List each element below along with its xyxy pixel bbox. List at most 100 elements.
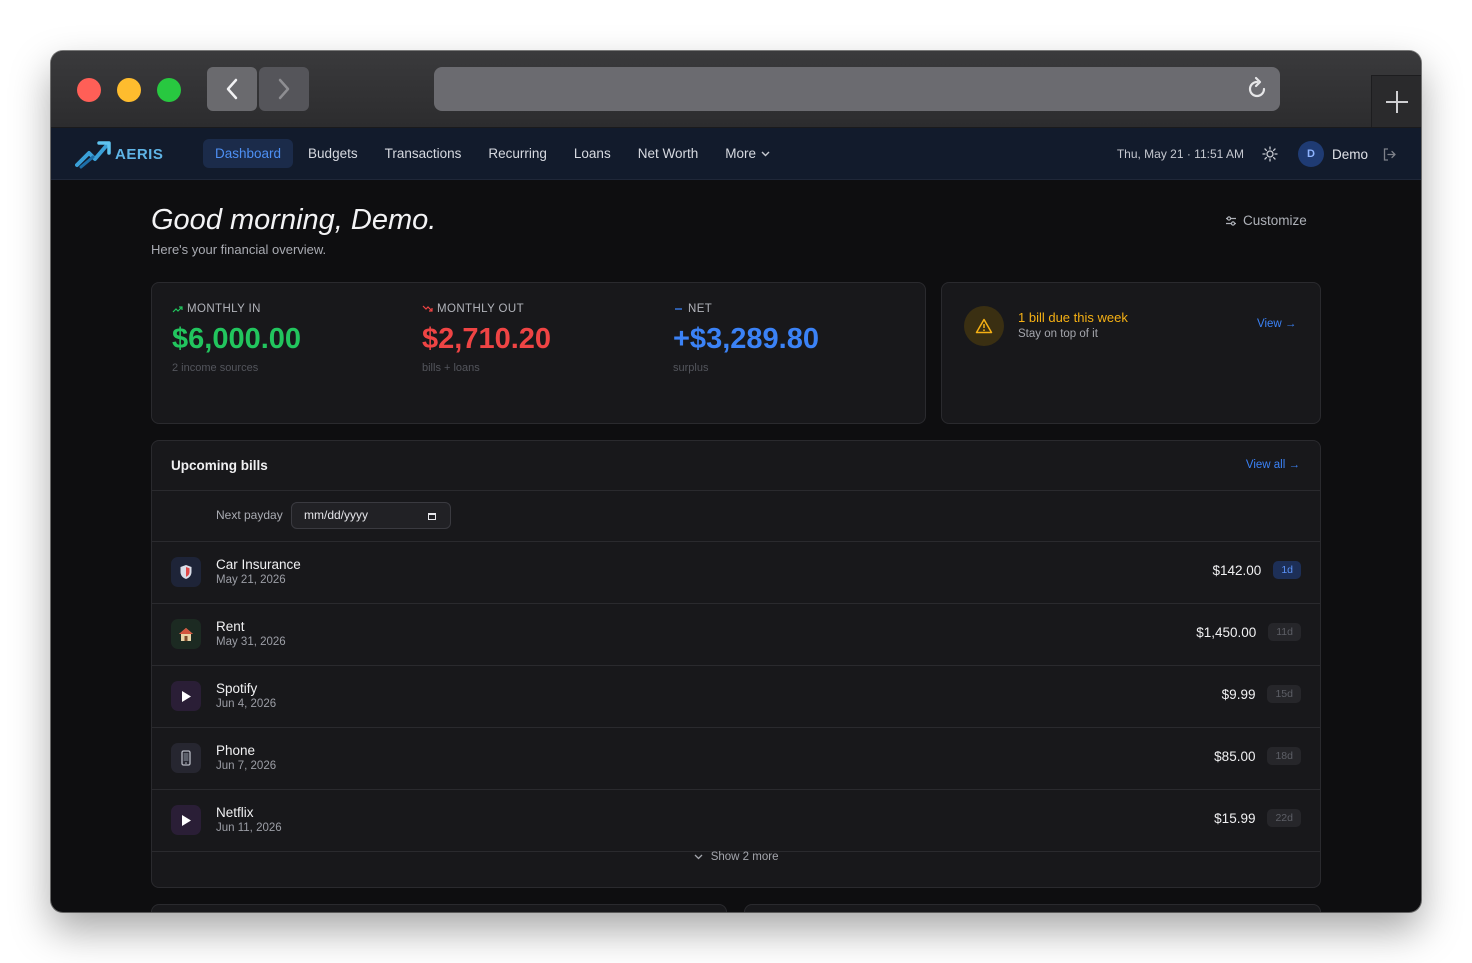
bill-right: $9.99 15d [1222, 685, 1301, 703]
nav-more-label: More [725, 146, 756, 161]
browser-titlebar [51, 51, 1421, 128]
new-tab-button[interactable] [1371, 75, 1421, 127]
cashflow-summary-card: MONTHLY IN $6,000.00 2 income sources MO… [151, 282, 926, 424]
monthly-in-value: $6,000.00 [172, 323, 302, 355]
net-stat: NET +$3,289.80 surplus [673, 303, 819, 374]
warning-icon [964, 306, 1004, 346]
nav-loans[interactable]: Loans [562, 139, 623, 168]
bill-row[interactable]: Netflix Jun 11, 2026 $15.99 22d [152, 790, 1320, 852]
bill-right: $85.00 18d [1214, 747, 1301, 765]
play-icon [171, 681, 201, 711]
bill-right: $142.00 1d [1212, 561, 1301, 579]
bill-name: Phone [216, 743, 256, 758]
bills-title: Upcoming bills [171, 458, 268, 473]
upcoming-bills-card: Upcoming bills View all → Next payday mm… [151, 440, 1321, 888]
bill-amount: $142.00 [1212, 562, 1262, 578]
nav-transactions[interactable]: Transactions [373, 139, 474, 168]
theme-toggle-sun-icon[interactable] [1262, 146, 1278, 162]
user-name[interactable]: Demo [1332, 147, 1368, 162]
reload-icon[interactable] [1244, 76, 1270, 102]
calendar-icon[interactable] [427, 511, 437, 521]
nav-dashboard[interactable]: Dashboard [203, 139, 294, 168]
current-datetime: Thu, May 21 · 11:51 AM [1116, 147, 1244, 161]
monthly-in-sub: 2 income sources [172, 362, 259, 374]
page-title: Good morning, Demo. [151, 204, 437, 236]
bill-date: Jun 7, 2026 [216, 760, 277, 772]
next-card-peek-right [744, 904, 1321, 912]
next-payday-label: Next payday [216, 508, 283, 522]
bill-right: $1,450.00 11d [1196, 623, 1301, 641]
main-nav: Dashboard Budgets Transactions Recurring… [203, 139, 785, 168]
bill-row[interactable]: Rent May 31, 2026 $1,450.00 11d [152, 604, 1320, 666]
user-avatar[interactable]: D [1297, 141, 1324, 167]
bill-row[interactable]: Car Insurance May 21, 2026 $142.00 1d [152, 542, 1320, 604]
bill-date: Jun 4, 2026 [216, 698, 277, 710]
brand-name: AERIS [115, 145, 164, 163]
phone-icon [171, 743, 201, 773]
bill-name: Rent [216, 619, 245, 634]
bill-date: Jun 11, 2026 [216, 822, 282, 834]
house-icon [171, 619, 201, 649]
monthly-in-label-row: MONTHLY IN [172, 303, 301, 315]
address-bar[interactable] [434, 67, 1280, 111]
brand-logo[interactable]: AERIS [75, 139, 163, 169]
monthly-in-stat: MONTHLY IN $6,000.00 2 income sources [172, 303, 301, 374]
bill-amount: $1,450.00 [1196, 624, 1257, 640]
chevron-down-icon [761, 151, 770, 156]
date-placeholder: mm/dd/yyyy [304, 508, 369, 522]
bill-right: $15.99 22d [1214, 809, 1301, 827]
dash-icon [675, 308, 682, 310]
page-subtitle: Here's your financial overview. [151, 242, 327, 257]
app-navbar: AERIS Dashboard Budgets Transactions Rec… [51, 128, 1421, 180]
monthly-in-label: MONTHLY IN [187, 303, 261, 315]
nav-recurring[interactable]: Recurring [476, 139, 559, 168]
show-more-bills-button[interactable]: Show 2 more [152, 851, 1320, 863]
days-until-badge: 22d [1267, 809, 1301, 827]
days-until-badge: 11d [1268, 623, 1301, 641]
bill-row[interactable]: Spotify Jun 4, 2026 $9.99 15d [152, 666, 1320, 728]
monthly-out-sub: bills + loans [422, 362, 480, 374]
next-card-peek-left [151, 904, 727, 912]
logo-icon [75, 141, 111, 169]
next-payday-date-input[interactable]: mm/dd/yyyy [291, 502, 451, 529]
bill-amount: $85.00 [1214, 748, 1256, 764]
alert-view-link[interactable]: View → [1257, 318, 1296, 330]
monthly-out-value: $2,710.20 [422, 323, 552, 355]
minimize-window-button[interactable] [117, 78, 141, 102]
net-sub: surplus [673, 362, 709, 374]
trend-down-icon [422, 305, 433, 312]
net-value: +$3,289.80 [673, 323, 819, 355]
customize-button[interactable]: Customize [1225, 213, 1307, 228]
bill-amount: $9.99 [1221, 686, 1256, 702]
maximize-window-button[interactable] [157, 78, 181, 102]
next-payday-row: Next payday mm/dd/yyyy [152, 491, 1320, 542]
monthly-out-label: MONTHLY OUT [437, 303, 525, 315]
nav-right: Thu, May 21 · 11:51 AM D Demo [1117, 128, 1397, 180]
chevron-down-icon [694, 854, 702, 860]
bill-name: Car Insurance [216, 557, 301, 572]
bills-header: Upcoming bills View all → [152, 441, 1320, 491]
browser-window: AERIS Dashboard Budgets Transactions Rec… [51, 51, 1421, 912]
nav-more[interactable]: More [713, 139, 782, 168]
customize-label: Customize [1243, 213, 1307, 228]
monthly-out-label-row: MONTHLY OUT [422, 303, 551, 315]
bill-name: Spotify [216, 681, 258, 696]
days-until-badge: 1d [1273, 561, 1301, 579]
close-window-button[interactable] [77, 78, 101, 102]
chevron-left-icon [226, 78, 238, 100]
browser-forward-button[interactable] [259, 67, 309, 111]
bill-date: May 31, 2026 [216, 636, 286, 648]
show-more-label: Show 2 more [710, 851, 779, 863]
bills-alert-card: 1 bill due this week Stay on top of it V… [941, 282, 1321, 424]
nav-net-worth[interactable]: Net Worth [626, 139, 711, 168]
play-icon [171, 805, 201, 835]
bill-name: Netflix [216, 805, 254, 820]
bill-amount: $15.99 [1214, 810, 1256, 826]
trend-up-icon [172, 306, 183, 313]
bill-row[interactable]: Phone Jun 7, 2026 $85.00 18d [152, 728, 1320, 790]
nav-budgets[interactable]: Budgets [296, 139, 370, 168]
logout-icon[interactable] [1382, 147, 1397, 162]
browser-back-button[interactable] [207, 67, 257, 111]
view-all-bills-link[interactable]: View all → [1246, 459, 1300, 471]
net-label-row: NET [673, 303, 819, 315]
